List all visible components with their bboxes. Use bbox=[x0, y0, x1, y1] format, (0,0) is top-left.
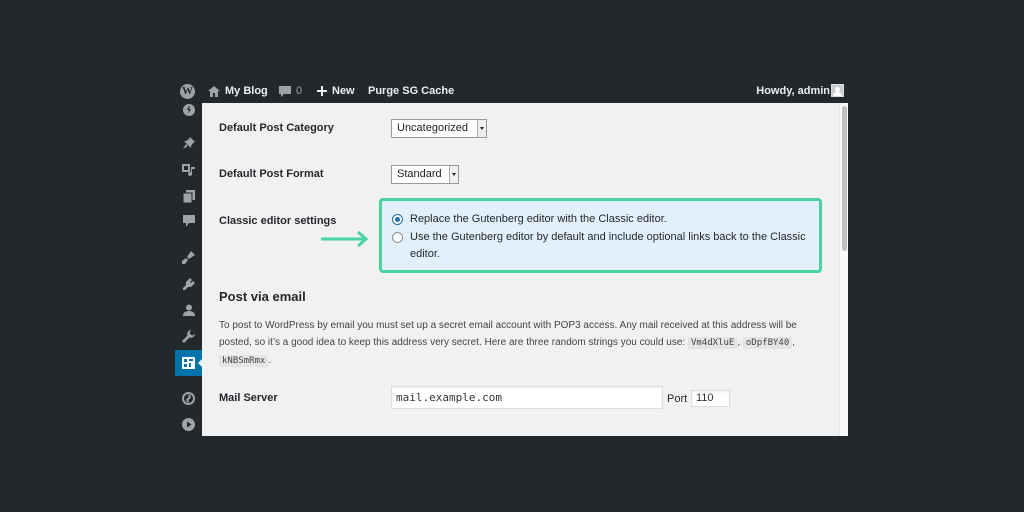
account-menu[interactable]: Howdy, admin bbox=[756, 79, 830, 103]
default-category-value: Uncategorized bbox=[397, 122, 468, 134]
settings-icon[interactable] bbox=[175, 350, 203, 376]
mail-server-label: Mail Server bbox=[219, 392, 278, 404]
new-content-link[interactable]: New bbox=[317, 79, 355, 103]
tools-icon[interactable] bbox=[175, 326, 202, 346]
settings-content: Default Post Category Uncategorized Defa… bbox=[202, 103, 839, 436]
option-default-gutenberg-label: Use the Gutenberg editor by default and … bbox=[410, 231, 806, 260]
avatar[interactable] bbox=[831, 84, 844, 97]
admin-sidebar bbox=[175, 100, 203, 436]
sg-optimizer-icon[interactable] bbox=[175, 388, 202, 408]
home-icon bbox=[208, 85, 220, 97]
admin-bar: W My Blog 0 New Purge SG Cache Howdy, ad… bbox=[175, 79, 848, 103]
appearance-icon[interactable] bbox=[175, 247, 202, 267]
arrow-right-icon bbox=[321, 230, 369, 248]
mail-server-input[interactable]: mail.example.com bbox=[391, 386, 663, 409]
pin-icon[interactable] bbox=[175, 133, 202, 153]
section-title-post-via-email: Post via email bbox=[219, 289, 306, 304]
chevron-down-icon bbox=[477, 120, 486, 137]
port-label: Port bbox=[667, 393, 688, 405]
random-string-3: kNBSmRmx bbox=[219, 355, 269, 367]
default-format-value: Standard bbox=[397, 168, 442, 180]
default-format-select[interactable]: Standard bbox=[391, 165, 459, 184]
play-icon[interactable] bbox=[175, 414, 202, 434]
site-name: My Blog bbox=[225, 85, 268, 97]
browser-window: W My Blog 0 New Purge SG Cache Howdy, ad… bbox=[175, 79, 848, 436]
port-input[interactable]: 110 bbox=[691, 390, 730, 407]
option-replace-label: Replace the Gutenberg editor with the Cl… bbox=[410, 213, 667, 225]
comments-count: 0 bbox=[296, 85, 303, 97]
post-via-email-description: To post to WordPress by email you must s… bbox=[219, 320, 797, 367]
option-replace-row[interactable]: Replace the Gutenberg editor with the Cl… bbox=[392, 211, 667, 228]
default-category-select[interactable]: Uncategorized bbox=[391, 119, 487, 138]
default-category-label: Default Post Category bbox=[219, 122, 334, 134]
scrollbar-thumb[interactable] bbox=[842, 106, 847, 251]
my-blog-link[interactable]: My Blog bbox=[208, 79, 268, 103]
default-format-label: Default Post Format bbox=[219, 168, 324, 180]
option-default-gutenberg-row[interactable]: Use the Gutenberg editor by default and … bbox=[392, 229, 807, 263]
classic-editor-label: Classic editor settings bbox=[219, 215, 337, 227]
classic-editor-options-box: Replace the Gutenberg editor with the Cl… bbox=[379, 198, 822, 273]
comments-link[interactable]: 0 bbox=[279, 79, 302, 103]
users-icon[interactable] bbox=[175, 300, 202, 320]
scrollbar[interactable] bbox=[839, 103, 848, 436]
random-string-1: Vm4dXluE bbox=[687, 337, 738, 349]
media-icon[interactable] bbox=[175, 160, 202, 180]
plugins-icon[interactable] bbox=[175, 274, 202, 294]
howdy-text: Howdy, admin bbox=[756, 85, 830, 97]
purge-label: Purge SG Cache bbox=[368, 85, 455, 97]
pages-icon[interactable] bbox=[175, 186, 202, 206]
site-icon[interactable] bbox=[175, 100, 202, 120]
purge-cache-link[interactable]: Purge SG Cache bbox=[368, 79, 454, 103]
radio-default-gutenberg[interactable] bbox=[392, 232, 403, 243]
comments-icon[interactable] bbox=[175, 211, 202, 231]
radio-replace[interactable] bbox=[392, 214, 403, 225]
random-string-2: oDpfBY40 bbox=[742, 337, 793, 349]
plus-icon bbox=[317, 86, 327, 96]
comment-icon bbox=[279, 85, 291, 97]
chevron-down-icon bbox=[449, 166, 458, 183]
new-label: New bbox=[332, 85, 355, 97]
